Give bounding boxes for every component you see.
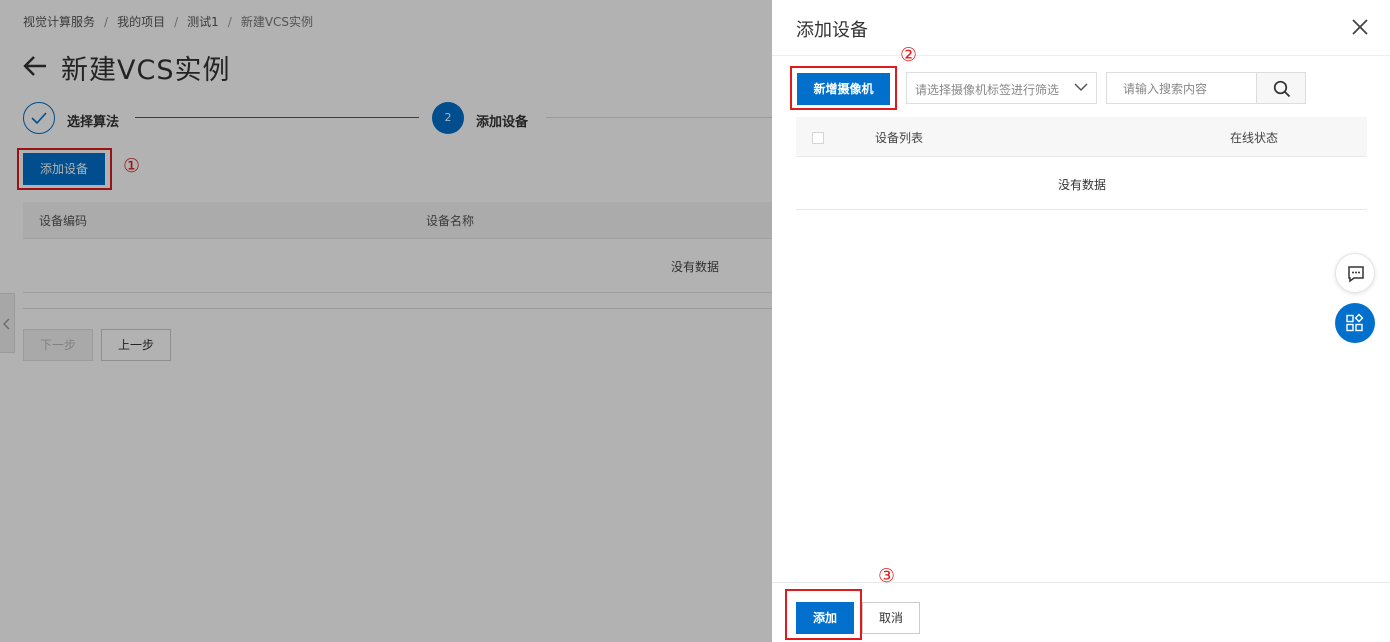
apps-button[interactable] xyxy=(1335,303,1375,343)
chevron-down-icon xyxy=(1074,83,1088,92)
annotation-number-3: ③ xyxy=(878,565,896,587)
new-camera-button[interactable]: 新增摄像机 xyxy=(797,73,890,105)
select-all-checkbox[interactable] xyxy=(812,132,824,144)
drawer-title: 添加设备 xyxy=(796,20,868,41)
search-box xyxy=(1106,72,1274,105)
add-button[interactable]: 添加 xyxy=(796,602,854,634)
chat-icon xyxy=(1348,266,1364,283)
device-list-empty-text: 没有数据 xyxy=(1058,178,1107,192)
chat-button[interactable] xyxy=(1335,253,1375,293)
search-icon xyxy=(1273,80,1291,98)
device-list-divider xyxy=(796,209,1367,210)
search-button[interactable] xyxy=(1256,72,1306,104)
column-online-status: 在线状态 xyxy=(1230,131,1279,145)
annotation-number-2: ② xyxy=(900,44,918,66)
cancel-button[interactable]: 取消 xyxy=(862,602,920,634)
camera-tag-select-placeholder: 请选择摄像机标签进行筛选 xyxy=(915,83,1060,97)
drawer-header-divider xyxy=(772,55,1390,56)
column-device-list: 设备列表 xyxy=(875,131,924,145)
close-icon[interactable] xyxy=(1350,17,1370,37)
modal-mask[interactable] xyxy=(0,0,772,642)
drawer-footer-divider xyxy=(772,582,1390,583)
search-input[interactable] xyxy=(1107,73,1274,105)
apps-icon xyxy=(1346,313,1364,332)
